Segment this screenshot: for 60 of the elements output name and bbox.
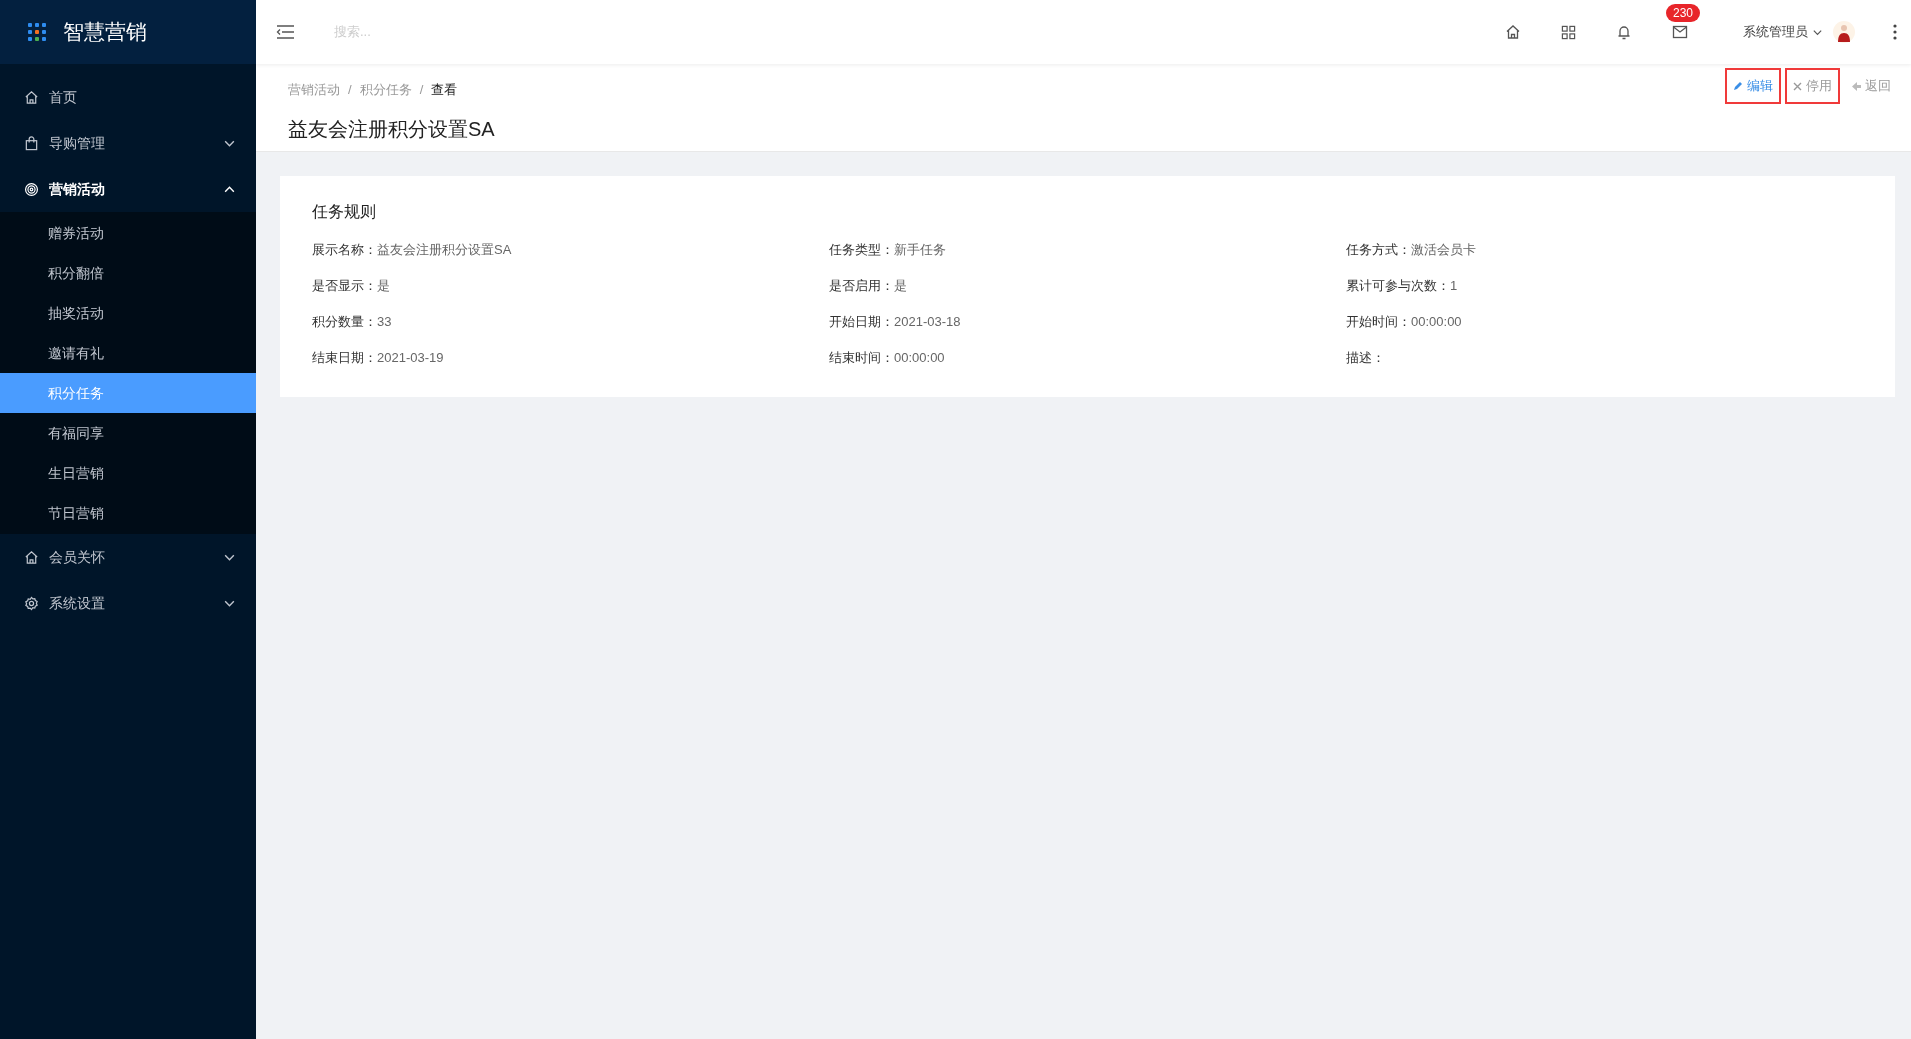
field-value: 是	[894, 277, 907, 295]
breadcrumb-item: 查看	[431, 81, 458, 99]
field-label: 结束日期：	[312, 349, 377, 367]
submenu-item[interactable]: 赠券活动	[0, 213, 256, 253]
field-value: 00:00:00	[1411, 313, 1462, 331]
menu-collapse-icon[interactable]	[276, 24, 294, 40]
submenu-item[interactable]: 有福同享	[0, 413, 256, 453]
action-button[interactable]: 编辑	[1725, 68, 1781, 104]
field-value: 33	[377, 313, 392, 331]
card-title: 任务规则	[312, 202, 377, 222]
home-icon	[24, 89, 39, 105]
sidebar-menu-item[interactable]: 营销活动	[0, 166, 256, 212]
logo-icon	[27, 22, 47, 42]
bell-icon[interactable]	[1616, 24, 1632, 40]
field-label: 结束时间：	[829, 349, 894, 367]
field-label: 描述：	[1346, 349, 1385, 367]
submenu-item[interactable]: 抽奖活动	[0, 293, 256, 333]
close-icon	[1793, 81, 1802, 91]
field-label: 积分数量：	[312, 313, 377, 331]
breadcrumb-separator: /	[419, 81, 424, 99]
app-logo-text: 智慧营销	[63, 19, 147, 46]
field-value: 激活会员卡	[1411, 241, 1476, 259]
breadcrumb-separator: /	[348, 81, 352, 99]
field-label: 任务方式：	[1346, 241, 1411, 259]
field-label: 累计可参与次数：	[1346, 277, 1450, 295]
bag-icon	[24, 135, 39, 151]
field-label: 是否启用：	[829, 277, 894, 295]
field-value: 是	[377, 277, 390, 295]
grid-icon[interactable]	[1561, 24, 1576, 40]
pencil-icon	[1733, 81, 1743, 91]
home-icon	[24, 549, 39, 565]
field-label: 开始日期：	[829, 313, 894, 331]
submenu-item[interactable]: 生日营销	[0, 453, 256, 493]
user-name[interactable]: 系统管理员	[1743, 22, 1808, 42]
page-title: 益友会注册积分设置SA	[288, 116, 495, 142]
field-value: 2021-03-19	[377, 349, 444, 367]
field-value: 2021-03-18	[894, 313, 961, 331]
field-value: 00:00:00	[894, 349, 945, 367]
field-value: 1	[1450, 277, 1458, 295]
field-label: 任务类型：	[829, 241, 894, 259]
sidebar-menu-item[interactable]: 系统设置	[0, 580, 256, 626]
submenu-item[interactable]: 邀请有礼	[0, 333, 256, 373]
sidebar-menu-item[interactable]: 首页	[0, 74, 256, 120]
avatar-icon[interactable]	[1833, 21, 1855, 43]
field-label: 是否显示：	[312, 277, 377, 295]
field-value: 益友会注册积分设置SA	[377, 241, 512, 259]
notification-badge: 230	[1666, 4, 1701, 22]
home-icon[interactable]	[1505, 24, 1521, 40]
submenu-item[interactable]: 积分翻倍	[0, 253, 256, 293]
more-icon[interactable]	[1893, 24, 1897, 40]
field-label: 展示名称：	[312, 241, 377, 259]
sidebar-menu-item[interactable]: 会员关怀	[0, 534, 256, 580]
back-arrow-icon	[1852, 81, 1861, 91]
submenu-item[interactable]: 节日营销	[0, 493, 256, 533]
settings-icon	[24, 595, 39, 611]
field-value: 新手任务	[894, 241, 946, 259]
message-icon[interactable]	[1672, 24, 1688, 40]
sidebar-menu-item[interactable]: 导购管理	[0, 120, 256, 166]
field-label: 开始时间：	[1346, 313, 1411, 331]
target-icon	[24, 181, 39, 197]
